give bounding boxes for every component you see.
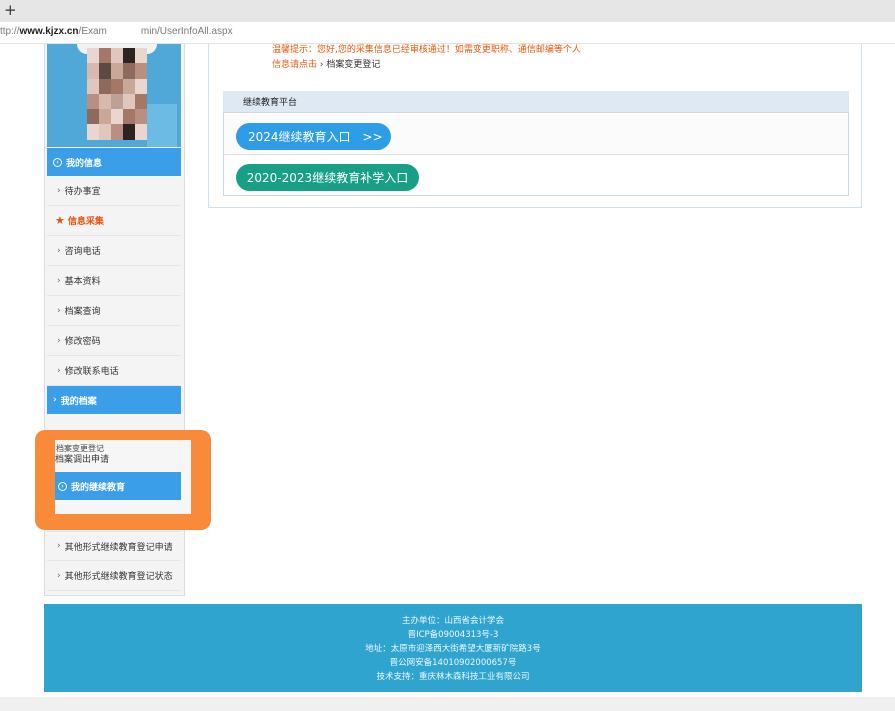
sidebar-item-basic-info[interactable]: › 基本资料 [47,266,181,296]
sidebar-item-change-password[interactable]: › 修改密码 [47,326,181,356]
sidebar-section-my-continuing-education[interactable]: › 我的继续教育 [55,472,181,500]
sidebar-item-other-edu-status[interactable]: › 其他形式继续教育登记状态 [47,561,181,591]
chevron-right-icon: › [57,245,61,256]
footer-host: 主办单位：山西省会计学会 [401,616,504,626]
star-icon: ★ [55,214,65,227]
archive-change-link[interactable]: 档案变更登记 [326,60,380,70]
platform-panel-title: 继续教育平台 [223,91,849,113]
footer-tech-support: 技术支持：重庆林木森科技工业有限公司 [376,672,530,682]
sidebar-section-my-info[interactable]: › 我的信息 [47,148,181,176]
sidebar-section-my-archive[interactable]: › 我的档案 [47,386,181,414]
avatar [47,44,181,147]
notice-text: 温馨提示：您好,您的采集信息已经审核通过！如需变更职称、通信邮编等个人 [272,45,581,55]
sidebar-item-change-phone[interactable]: › 修改联系电话 [47,356,181,386]
browser-tab-strip [0,0,895,22]
address-bar[interactable]: ttp://www.kjzx.cn/Exam min/UserInfoAll.as… [0,22,895,44]
new-tab-button[interactable]: + [4,1,17,19]
chevron-right-icon: › [57,365,61,376]
chevron-right-icon: › [57,570,61,581]
url-text: ttp://www.kjzx.cn/Exam min/UserInfoAll.as… [0,26,233,37]
sidebar-item-archive-query[interactable]: › 档案查询 [47,296,181,326]
circle-arrow-icon: › [58,481,67,491]
avatar-photo-mosaic [87,48,147,140]
sidebar-item-other-edu-apply[interactable]: › 其他形式继续教育登记申请 [47,531,181,561]
footer-address: 地址：太原市迎泽西大街希望大厦新矿院路3号 [365,644,541,654]
chevron-right-icon: › [57,185,61,196]
notice-link-line: 信息请点击 › 档案变更登记 [272,60,381,70]
makeup-education-2020-2023-button[interactable]: 2020-2023继续教育补学入口 [236,164,419,191]
sidebar-item-consult-phone[interactable]: › 咨询电话 [47,236,181,266]
chevron-right-icon: › [319,60,324,70]
chevron-right-icon: › [57,275,61,286]
sidebar-item-archive-transfer[interactable]: 档案调出申请 [55,452,109,465]
footer: 主办单位：山西省会计学会 晋ICP备09004313号-3 地址：太原市迎泽西大… [44,604,862,692]
chevron-right-icon: › [57,335,61,346]
sidebar-item-todo[interactable]: › 待办事宜 [47,176,181,206]
chevron-right-icon: › [57,541,61,551]
footer-icp: 晋ICP备09004313号-3 [407,630,499,640]
footer-police-record: 晋公网安备14010902000657号 [389,658,517,668]
chevron-right-icon: › [53,395,57,405]
continuing-education-2024-button[interactable]: 2024继续教育入口 >> [236,123,391,150]
circle-arrow-icon: › [53,157,62,167]
chevron-right-icon: › [57,305,61,316]
bottom-strip [0,697,895,711]
sidebar-category-info-collect[interactable]: ★ 信息采集 [47,206,181,236]
